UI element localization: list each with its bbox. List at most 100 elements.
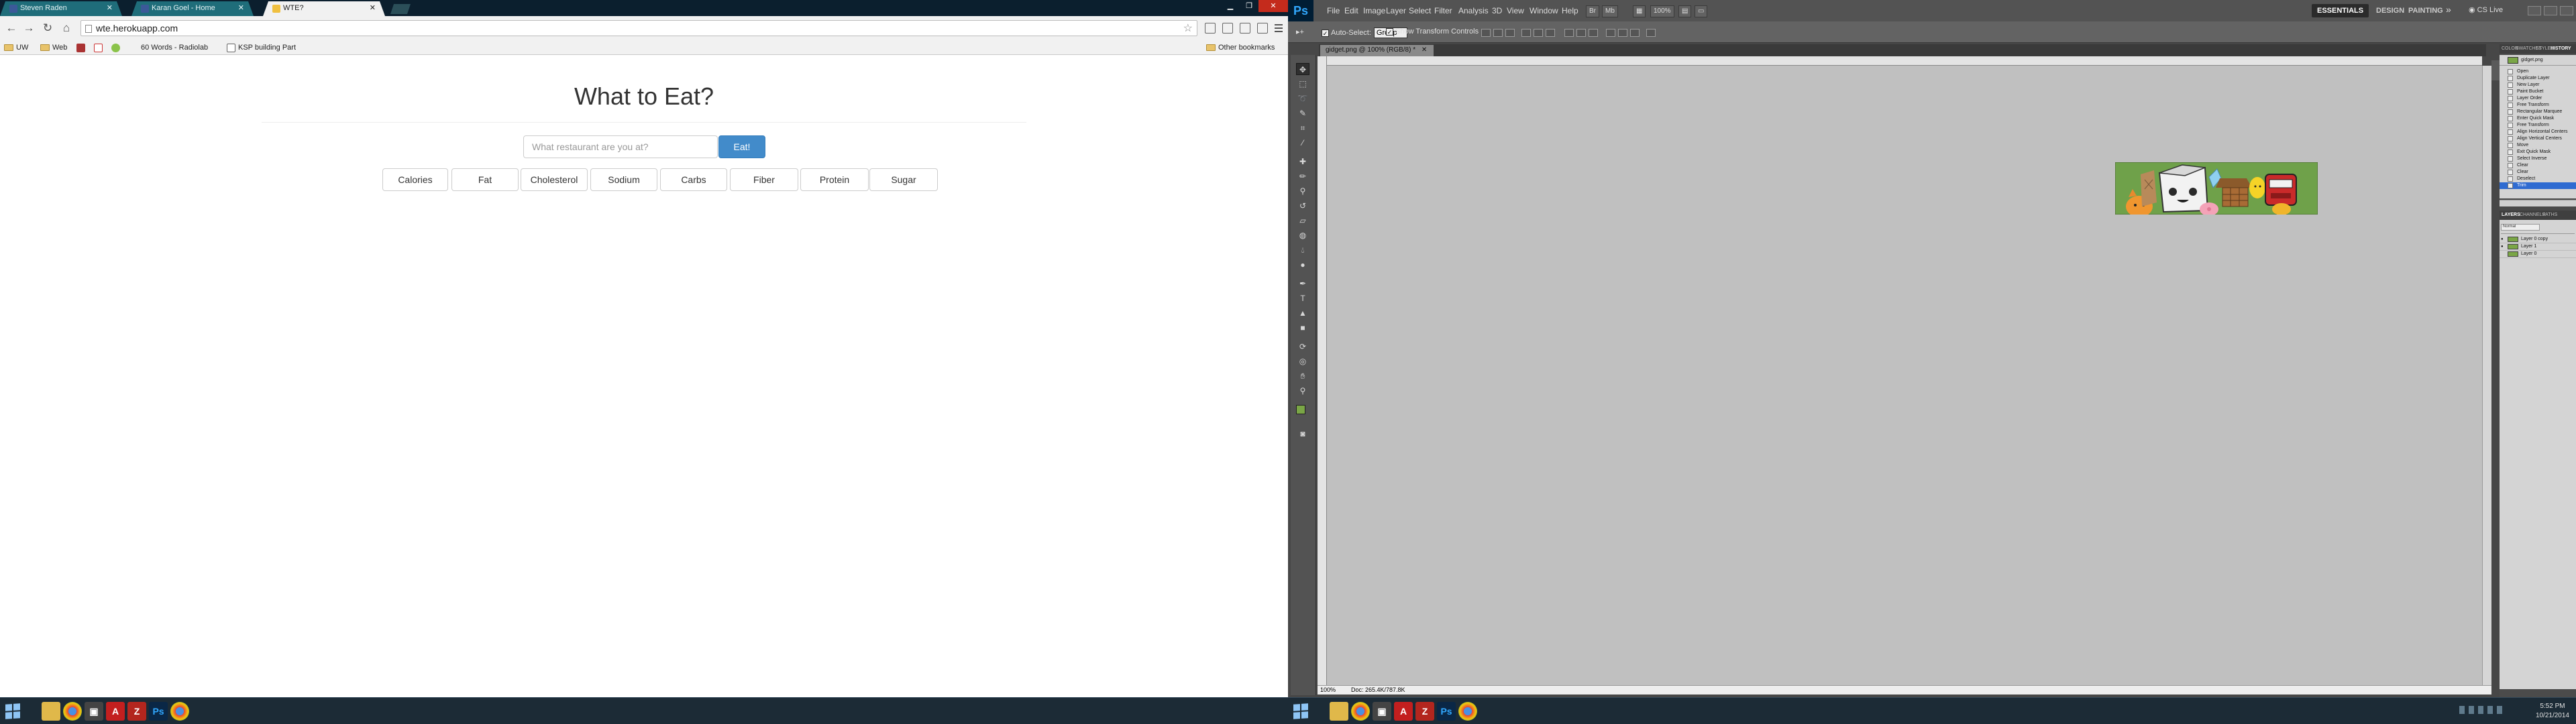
history-item[interactable]: Align Vertical Centers: [2500, 135, 2576, 142]
bookmark-gmail[interactable]: [94, 42, 105, 53]
bookmark-ksp[interactable]: KSP building Part: [227, 42, 296, 53]
extension-icon[interactable]: [1222, 23, 1233, 34]
distribute-right-icon[interactable]: [1630, 29, 1640, 37]
history-item[interactable]: Rectangular Marquee: [2500, 109, 2576, 115]
history-item[interactable]: Layer Order: [2500, 95, 2576, 102]
shape-tool-icon[interactable]: ■: [1296, 322, 1309, 334]
crop-tool-icon[interactable]: ⌗: [1296, 122, 1309, 134]
3d-rotate-tool-icon[interactable]: ⟳: [1296, 341, 1309, 353]
restaurant-search-input[interactable]: What restaurant are you at?: [523, 135, 718, 158]
address-bar[interactable]: wte.herokuapp.com ☆: [80, 20, 1197, 36]
nutrient-button-sugar[interactable]: Sugar: [869, 168, 938, 191]
marquee-tool-icon[interactable]: ⬚: [1296, 78, 1309, 90]
view-extras-button[interactable]: ▦: [1633, 5, 1646, 17]
tab-steven-raden[interactable]: Steven Raden ✕: [0, 1, 122, 16]
history-item[interactable]: Clear: [2500, 162, 2576, 169]
menu-select[interactable]: Select: [1409, 6, 1431, 15]
history-item[interactable]: Trim: [2500, 182, 2576, 189]
history-item[interactable]: Paint Bucket: [2500, 88, 2576, 95]
workspace-painting[interactable]: PAINTING: [2403, 4, 2449, 17]
move-tool-icon[interactable]: ✥: [1296, 63, 1309, 75]
blend-mode-dropdown[interactable]: Normal: [2501, 224, 2540, 231]
history-item[interactable]: Duplicate Layer: [2500, 75, 2576, 82]
quick-selection-tool-icon[interactable]: ✎: [1296, 107, 1309, 119]
other-bookmarks[interactable]: Other bookmarks: [1206, 42, 1275, 53]
nutrient-button-fat[interactable]: Fat: [451, 168, 519, 191]
history-item[interactable]: Deselect: [2500, 176, 2576, 182]
hand-tool-icon[interactable]: ✋︎: [1296, 370, 1309, 382]
layer-row[interactable]: ● Layer 0 copy: [2500, 236, 2576, 243]
restore-icon[interactable]: [2544, 6, 2557, 15]
media-player-icon[interactable]: ▣: [85, 702, 103, 721]
home-icon[interactable]: ⌂: [60, 22, 72, 34]
align-bottom-icon[interactable]: [1505, 29, 1515, 37]
bookmark-uw[interactable]: UW: [4, 42, 28, 53]
bookmark-radiolab[interactable]: 60 Words - Radiolab: [141, 42, 208, 53]
acrobat-icon[interactable]: A: [106, 702, 125, 721]
cs-live-button[interactable]: ◉ CS Live: [2469, 5, 2503, 14]
pen-tool-icon[interactable]: ✒: [1296, 278, 1309, 290]
nutrient-button-calories[interactable]: Calories: [382, 168, 448, 191]
windows-start-icon[interactable]: [5, 703, 20, 719]
bookmark-android[interactable]: [111, 42, 123, 53]
workspace-essentials[interactable]: ESSENTIALS: [2312, 4, 2369, 17]
layer-row[interactable]: Layer 0: [2500, 251, 2576, 258]
path-selection-tool-icon[interactable]: ▲: [1296, 307, 1309, 319]
mini-bridge-button[interactable]: Mb: [1602, 5, 1618, 17]
chrome-icon[interactable]: [63, 702, 82, 721]
tray-volume-icon[interactable]: [2478, 706, 2483, 714]
minimize-icon[interactable]: [2528, 6, 2541, 15]
nutrient-button-fiber[interactable]: Fiber: [730, 168, 798, 191]
distribute-bottom-icon[interactable]: [1589, 29, 1598, 37]
clone-stamp-tool-icon[interactable]: ⚲: [1296, 185, 1309, 197]
photoshop-icon[interactable]: Ps: [1437, 702, 1456, 721]
close-window-icon[interactable]: ✕: [1258, 0, 1288, 12]
blur-tool-icon[interactable]: 💧︎: [1296, 244, 1309, 256]
bookmark-star-icon[interactable]: ☆: [1183, 21, 1193, 35]
tab-paths[interactable]: PATHS: [2542, 213, 2557, 217]
photoshop-icon[interactable]: Ps: [149, 702, 168, 721]
bookmark-web[interactable]: Web: [40, 42, 67, 53]
history-item[interactable]: Free Transform: [2500, 102, 2576, 109]
arrange-documents-button[interactable]: ▤: [1678, 5, 1692, 17]
tray-network-icon[interactable]: [2469, 706, 2474, 714]
history-item[interactable]: Enter Quick Mask: [2500, 115, 2576, 122]
windows-explorer-icon[interactable]: [42, 702, 60, 721]
system-clock[interactable]: 5:52 PM 10/21/2014: [2536, 702, 2569, 721]
3d-orbit-tool-icon[interactable]: ◎: [1296, 355, 1309, 367]
menu-3d[interactable]: 3D: [1492, 6, 1502, 15]
eraser-tool-icon[interactable]: ▱: [1296, 215, 1309, 227]
lasso-tool-icon[interactable]: ➰: [1296, 93, 1309, 105]
reload-icon[interactable]: ↻: [42, 22, 54, 34]
tray-flag-icon[interactable]: [2497, 706, 2502, 714]
bridge-button[interactable]: Br: [1586, 5, 1599, 17]
extension-icon[interactable]: [1257, 23, 1268, 34]
layer-row[interactable]: ● Layer 1: [2500, 243, 2576, 251]
menu-view[interactable]: View: [1507, 6, 1524, 15]
eat-button[interactable]: Eat!: [718, 135, 765, 158]
align-vertical-center-icon[interactable]: [1493, 29, 1503, 37]
history-item[interactable]: Free Transform: [2500, 122, 2576, 129]
extension-icon[interactable]: [1205, 23, 1216, 34]
menu-analysis[interactable]: Analysis: [1458, 6, 1489, 15]
cast-icon[interactable]: [1240, 23, 1250, 34]
gidget-banner-image[interactable]: [2115, 162, 2318, 215]
history-item[interactable]: New Layer: [2500, 82, 2576, 88]
screen-mode-button[interactable]: ▭: [1695, 5, 1708, 17]
history-item[interactable]: Open: [2500, 68, 2576, 75]
close-document-icon[interactable]: ✕: [1421, 46, 1427, 54]
nutrient-button-carbs[interactable]: Carbs: [660, 168, 727, 191]
windows-explorer-icon[interactable]: [1330, 702, 1348, 721]
chrome-icon[interactable]: [1458, 702, 1477, 721]
visibility-eye-icon[interactable]: ●: [2501, 237, 2505, 241]
nutrient-button-sodium[interactable]: Sodium: [590, 168, 657, 191]
history-brush-tool-icon[interactable]: ↺: [1296, 200, 1309, 212]
move-tool-preset-icon[interactable]: ▸+: [1296, 27, 1304, 36]
align-right-icon[interactable]: [1546, 29, 1555, 37]
tab-channels[interactable]: CHANNELS: [2520, 213, 2545, 217]
menu-window[interactable]: Window: [1529, 6, 1558, 15]
restore-icon[interactable]: ❐: [1240, 0, 1258, 12]
nutrient-button-protein[interactable]: Protein: [800, 168, 869, 191]
tab-karan-goel[interactable]: Karan Goel - Home ✕: [131, 1, 254, 16]
document-tab[interactable]: gidget.png @ 100% (RGB/8) * ✕: [1320, 45, 1434, 56]
